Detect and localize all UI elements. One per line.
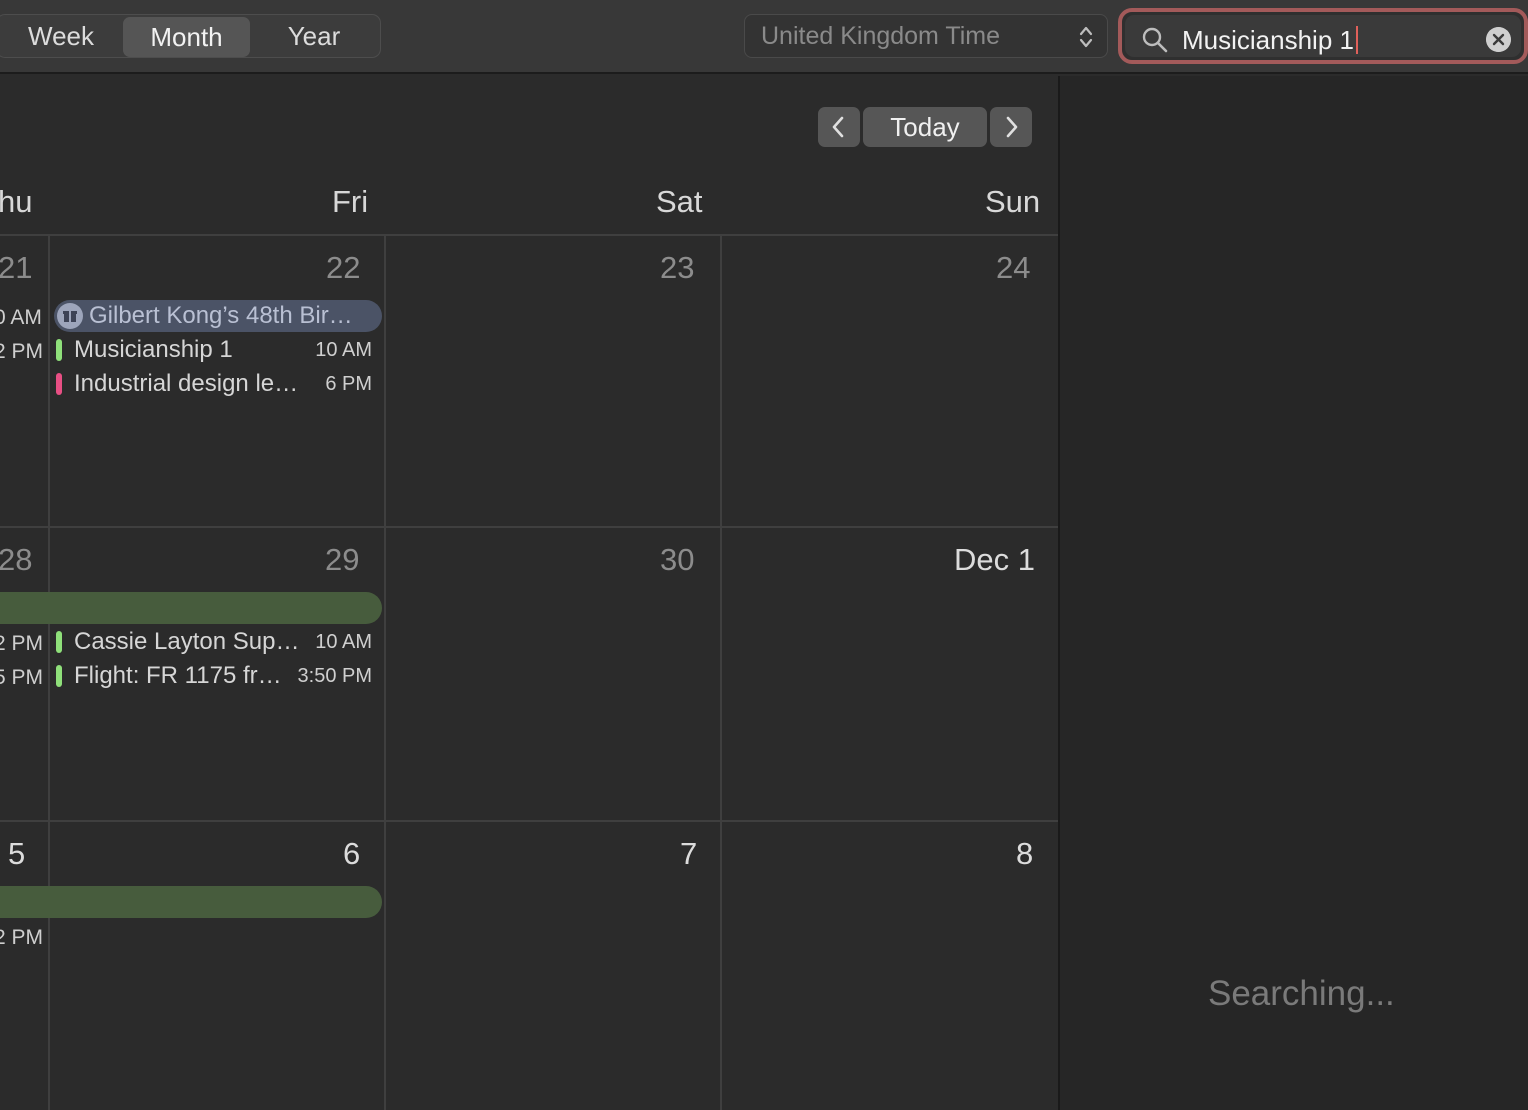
calendar-color-indicator [56,665,62,687]
previous-month-button[interactable] [818,107,860,147]
day-number[interactable]: 7 [680,836,697,872]
grid-divider [384,234,386,1110]
view-month-button[interactable]: Month [123,17,250,57]
day-number[interactable]: Dec 1 [954,542,1035,578]
event-time: 10 AM [315,339,372,361]
all-day-event-bar[interactable] [0,886,382,918]
time-suffix: PM [11,666,44,689]
timezone-select[interactable]: United Kingdom Time [744,14,1108,58]
grid-divider [720,234,722,1110]
search-field[interactable]: Musicianship 1 [1118,8,1528,64]
time-suffix: PM [11,926,44,949]
today-button[interactable]: Today [863,107,987,147]
clear-search-icon[interactable] [1486,27,1511,52]
calendar-event[interactable]: Musicianship 1 10 AM [56,336,372,364]
time-suffix: PM [11,340,44,363]
grid-divider [0,234,1058,236]
partial-event-time: 0 AM [0,306,42,330]
day-number[interactable]: 24 [996,250,1030,286]
partial-event-time: 5 PM [0,666,43,690]
time-suffix: PM [11,632,44,655]
weekday-header-fri: Fri [332,184,369,219]
event-title: Flight: FR 1175 fr… [74,662,282,689]
grid-divider [0,820,1058,822]
event-title: Gilbert Kong’s 48th Bir… [89,302,353,329]
grid-divider [0,526,1058,528]
chevron-left-icon [832,116,844,138]
event-time: 3:50 PM [297,665,372,687]
day-number[interactable]: 6 [343,836,360,872]
calendar-event[interactable]: Flight: FR 1175 fr… 3:50 PM [56,662,372,690]
partial-event-time: 2 PM [0,340,43,364]
calendar-event[interactable]: Industrial design le… 6 PM [56,370,372,398]
gift-icon [57,303,83,329]
day-number[interactable]: 23 [660,250,694,286]
calendar-color-indicator [56,631,62,653]
chevron-right-icon [1006,116,1018,138]
search-input[interactable]: Musicianship 1 [1182,25,1358,56]
day-number[interactable]: 29 [325,542,359,578]
text-caret [1355,26,1358,54]
birthday-event[interactable]: Gilbert Kong’s 48th Bir… [54,300,382,332]
day-number: 28 [0,542,33,577]
search-query: Musicianship 1 [1182,25,1354,55]
weekday-header-thu: hu [0,184,33,219]
partial-event-time: 2 PM [0,632,43,656]
day-number[interactable]: 8 [1016,836,1033,872]
next-month-button[interactable] [990,107,1032,147]
calendar-event[interactable]: Cassie Layton Sup… 10 AM [56,628,372,656]
all-day-event-bar[interactable] [0,592,382,624]
calendar-color-indicator [56,373,62,395]
search-results-panel: Searching... [1058,76,1528,1110]
partial-event-time: 2 PM [0,926,43,950]
timezone-label: United Kingdom Time [761,21,1001,50]
day-number[interactable]: 30 [660,542,694,578]
search-icon [1142,27,1168,53]
event-title: Industrial design le… [74,370,299,397]
event-title: Cassie Layton Sup… [74,628,300,655]
view-week-button[interactable]: Week [0,15,123,57]
view-year-button[interactable]: Year [250,15,378,57]
day-number: 21 [0,250,33,285]
time-suffix: AM [10,306,42,329]
calendar-color-indicator [56,339,62,361]
event-time: 10 AM [315,631,372,653]
search-status: Searching... [1208,974,1395,1013]
grid-divider [48,234,50,1110]
up-down-chevron-icon [1079,26,1093,48]
day-number: 5 [8,836,26,871]
view-switcher: Week Month Year [0,14,381,58]
month-grid: Today hu Fri Sat Sun 21 22 23 24 0 AM 2 … [0,76,1058,1110]
weekday-header-sun: Sun [985,184,1041,219]
day-number[interactable]: 22 [326,250,360,286]
event-time: 6 PM [325,373,372,395]
weekday-header-sat: Sat [656,184,703,219]
event-title: Musicianship 1 [74,336,233,363]
toolbar: Week Month Year United Kingdom Time Musi… [0,0,1528,74]
